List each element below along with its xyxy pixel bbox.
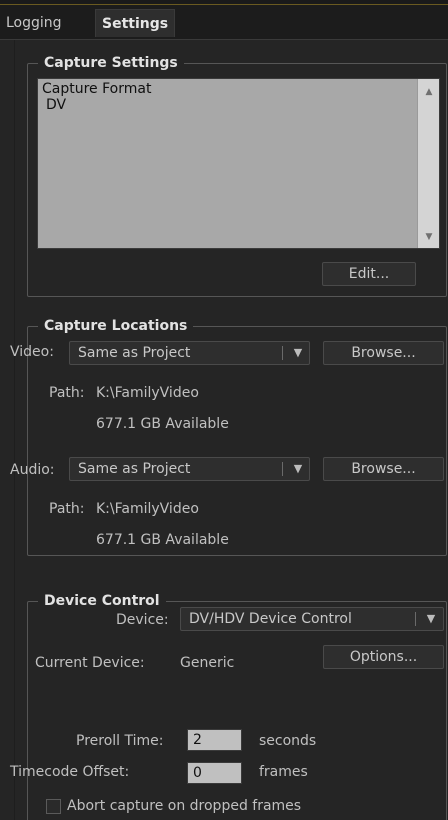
capture-settings-title: Capture Settings (38, 54, 184, 72)
tab-bar: Logging Settings (0, 5, 448, 40)
audio-label: Audio: (10, 462, 55, 478)
video-path-value: K:\FamilyVideo (96, 385, 199, 401)
scroll-down-icon[interactable]: ▼ (418, 232, 440, 242)
chevron-down-icon: ▼ (426, 612, 436, 625)
audio-location-value: Same as Project (78, 461, 191, 477)
video-browse-button[interactable]: Browse... (323, 341, 444, 365)
capture-format-list[interactable]: Capture Format DV ▲ ▼ (37, 78, 440, 249)
audio-path-value: K:\FamilyVideo (96, 501, 199, 517)
audio-available-space: 677.1 GB Available (96, 532, 229, 548)
capture-format-label: Capture Format (42, 81, 152, 97)
abort-capture-label: Abort capture on dropped frames (67, 798, 302, 814)
device-label: Device: (116, 612, 169, 628)
scroll-up-icon[interactable]: ▲ (418, 87, 440, 97)
timecode-offset-label: Timecode Offset: (10, 764, 130, 780)
device-select[interactable]: DV/HDV Device Control ▼ (180, 607, 444, 631)
tab-logging[interactable]: Logging (0, 9, 68, 37)
timecode-offset-input[interactable] (187, 762, 242, 784)
video-path-label: Path: (49, 385, 85, 401)
device-control-title: Device Control (38, 592, 166, 610)
audio-browse-button[interactable]: Browse... (323, 457, 444, 481)
preroll-unit: seconds (259, 733, 317, 749)
capture-settings-group: Capture Settings Capture Format DV ▲ ▼ E… (27, 54, 447, 297)
video-location-select[interactable]: Same as Project ▼ (69, 341, 310, 365)
capture-format-scrollbar[interactable]: ▲ ▼ (417, 79, 439, 248)
capture-format-value: DV (46, 97, 67, 113)
audio-location-select[interactable]: Same as Project ▼ (69, 457, 310, 481)
video-label: Video: (10, 344, 54, 360)
chevron-down-icon: ▼ (293, 346, 303, 359)
edit-button[interactable]: Edit... (322, 262, 416, 286)
current-device-value: Generic (180, 655, 235, 671)
select-divider (282, 462, 283, 476)
capture-panel: Logging Settings Capture Settings Captur… (0, 0, 448, 820)
chevron-down-icon: ▼ (293, 462, 303, 475)
video-available-space: 677.1 GB Available (96, 416, 229, 432)
audio-path-label: Path: (49, 501, 85, 517)
device-select-value: DV/HDV Device Control (189, 611, 352, 627)
select-divider (415, 612, 416, 626)
preroll-input[interactable] (187, 729, 242, 751)
panel-left-edge (14, 40, 15, 820)
select-divider (282, 346, 283, 360)
capture-locations-title: Capture Locations (38, 317, 194, 335)
device-control-group: Device Control (27, 592, 447, 820)
preroll-label: Preroll Time: (76, 733, 164, 749)
current-device-label: Current Device: (35, 655, 145, 671)
video-location-value: Same as Project (78, 345, 191, 361)
timecode-offset-unit: frames (259, 764, 308, 780)
options-button[interactable]: Options... (323, 645, 444, 669)
abort-capture-checkbox[interactable] (46, 799, 61, 814)
tab-settings[interactable]: Settings (95, 9, 176, 37)
